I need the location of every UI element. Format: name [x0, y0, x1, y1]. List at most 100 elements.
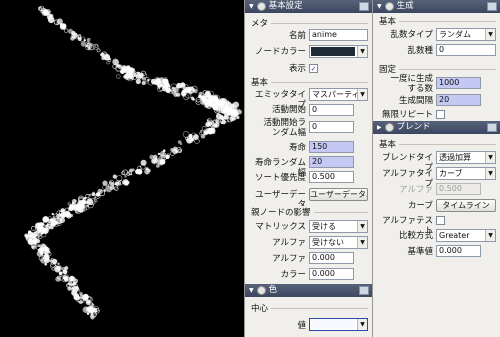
node-color-picker[interactable]: ▼ — [309, 45, 368, 58]
visible-checkbox[interactable]: ✓ — [309, 64, 318, 73]
gen-count-field[interactable]: 1000 — [436, 77, 481, 89]
alpha-test-checkbox[interactable] — [436, 216, 445, 225]
panel-menu-icon[interactable] — [359, 2, 369, 11]
particle — [31, 225, 36, 231]
generation-header[interactable]: ▼ 生成 — [373, 0, 500, 13]
color-value-field[interactable]: 0.000 — [309, 268, 354, 280]
particle — [114, 186, 119, 191]
infinite-repeat-checkbox[interactable] — [436, 110, 445, 119]
panel-menu-icon[interactable] — [359, 286, 369, 295]
emitter-type-select[interactable]: マスパーティクル ▼ — [309, 88, 368, 101]
node-color-swatch — [311, 47, 355, 56]
matrix-select[interactable]: 受ける ▼ — [309, 220, 368, 233]
particle — [116, 175, 123, 182]
particle — [116, 74, 121, 79]
particle — [214, 106, 219, 111]
name-field[interactable]: anime — [309, 29, 368, 41]
expand-icon[interactable]: ▶ — [377, 121, 382, 134]
basic-settings-header[interactable]: ▼ 基本設定 — [245, 0, 372, 13]
compare-type-label: 比較方式 — [398, 231, 433, 241]
particle-preview-viewport[interactable] — [0, 0, 244, 337]
particle — [51, 212, 54, 216]
compare-type-select[interactable]: Greater ▼ — [436, 229, 496, 242]
panel-menu-icon[interactable] — [487, 2, 497, 11]
particle — [47, 16, 55, 24]
sort-priority-field[interactable]: 0.500 — [309, 171, 354, 183]
particle — [85, 300, 91, 305]
chevron-down-icon: ▼ — [357, 89, 367, 100]
particle — [236, 115, 240, 120]
particle — [156, 81, 162, 87]
particle — [122, 65, 129, 72]
particle — [59, 22, 63, 26]
particle — [106, 184, 109, 188]
alpha-type-select[interactable]: カーブ ▼ — [436, 167, 496, 180]
life-random-field[interactable]: 20 — [309, 156, 354, 168]
chevron-down-icon: ▼ — [357, 237, 367, 248]
blend-type-select[interactable]: 透過加算 ▼ — [436, 151, 496, 164]
particle — [62, 210, 65, 214]
active-start-random-field[interactable]: 0 — [309, 121, 354, 133]
generation-panel: ▼ 生成 基本 乱数タイプ ランダム ▼ 乱数種 0 固定 一度に生成する数 1… — [372, 0, 500, 337]
alpha-label: アルファ — [399, 185, 433, 195]
alpha-value-field[interactable]: 0.000 — [309, 252, 354, 264]
particle — [157, 152, 161, 156]
gear-icon — [384, 2, 394, 11]
particle — [159, 151, 167, 159]
ref-value-field[interactable]: 0.000 — [436, 245, 481, 257]
chevron-down-icon: ▼ — [485, 230, 495, 241]
gen-interval-field[interactable]: 20 — [436, 94, 481, 106]
particle — [112, 174, 117, 179]
particle — [102, 180, 108, 186]
section-title: 固定 — [379, 63, 400, 75]
matrix-label: マトリックス — [255, 222, 306, 232]
infinite-repeat-label: 無限リピート — [381, 110, 433, 120]
particle — [210, 121, 214, 126]
alpha-select[interactable]: 受けない ▼ — [309, 236, 368, 249]
collapse-icon[interactable]: ▼ — [377, 0, 382, 13]
select-value: 受ける — [312, 222, 336, 231]
particle — [55, 276, 61, 282]
alpha-value-label: アルファ — [272, 254, 306, 264]
particle — [70, 36, 75, 41]
section-title: 親ノードの影響 — [251, 206, 314, 218]
life-label: 寿命 — [288, 143, 306, 153]
particle — [137, 169, 143, 175]
life-field[interactable]: 150 — [309, 141, 354, 153]
name-label: 名前 — [288, 31, 306, 41]
particle — [66, 213, 72, 219]
random-type-select[interactable]: ランダム ▼ — [436, 28, 496, 41]
blend-header[interactable]: ▶ ブレンド — [373, 121, 500, 134]
particle — [45, 223, 52, 230]
particle — [67, 202, 71, 206]
gen-interval-label: 生成間隔 — [398, 96, 433, 106]
user-data-button[interactable]: ユーザーデータ... — [309, 188, 368, 201]
particle — [131, 72, 137, 78]
particle — [192, 134, 199, 140]
particle — [61, 266, 66, 272]
color-panel-header[interactable]: ▼ 色 — [245, 284, 372, 297]
chevron-down-icon: ▼ — [485, 29, 495, 40]
particle — [33, 230, 40, 237]
gen-count-label: 一度に生成する数 — [390, 74, 433, 94]
collapse-icon[interactable]: ▼ — [249, 284, 254, 297]
particle — [128, 69, 132, 73]
panel-menu-icon[interactable] — [487, 123, 497, 132]
collapse-icon[interactable]: ▼ — [249, 0, 254, 13]
particle — [156, 164, 160, 168]
particle — [31, 245, 35, 249]
basic-settings-panel: ▼ 基本設定 メタ 名前 anime ノードカラー ▼ 表示 ✓ 基本 エミッタ… — [244, 0, 372, 337]
active-start-field[interactable]: 0 — [309, 104, 354, 116]
panel-title: 色 — [268, 285, 278, 295]
random-seed-field[interactable]: 0 — [436, 44, 496, 56]
timeline-button[interactable]: タイムライン — [436, 199, 496, 212]
particle — [162, 149, 166, 152]
particle — [206, 127, 212, 134]
active-start-label: 活動開始 — [271, 105, 306, 115]
particle — [135, 78, 141, 85]
random-type-label: 乱数タイプ — [390, 30, 433, 40]
value-color-picker[interactable]: ▼ — [309, 318, 368, 331]
particle — [93, 196, 96, 199]
alpha-label: アルファ — [272, 238, 306, 248]
section-title: 基本 — [379, 15, 400, 27]
